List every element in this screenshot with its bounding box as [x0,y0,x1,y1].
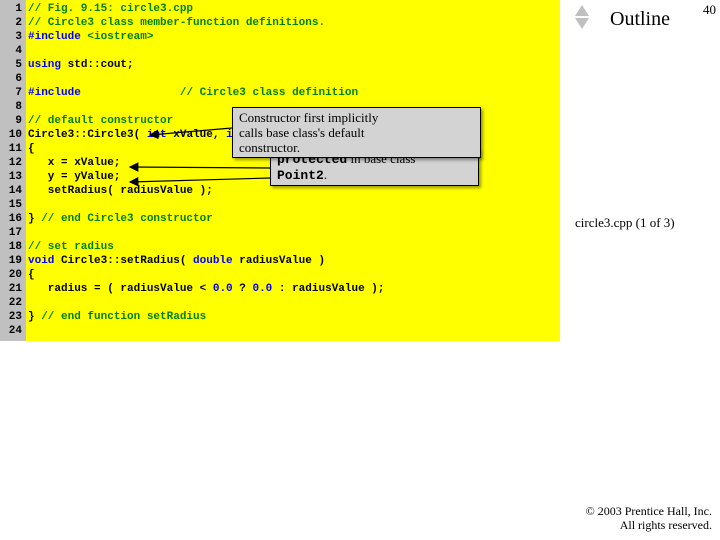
copyright: © 2003 Prentice Hall, Inc. All rights re… [586,504,712,532]
lineno: 8 [0,100,26,114]
code-text: } [28,213,41,225]
code-text: std::cout; [61,59,134,71]
lineno: 22 [0,296,26,310]
code-text: #include [28,31,87,43]
line-number-gutter: 1 2 3 4 5 6 7 8 9 10 11 12 13 14 15 16 1… [0,0,26,341]
file-part-label: circle3.cpp (1 of 3) [575,215,675,231]
code-text: using [28,59,61,71]
lineno: 17 [0,226,26,240]
lineno: 19 [0,254,26,268]
code-text: Circle3::Circle3( [28,129,147,141]
callout-constructor-note: Constructor first implicitly calls base … [232,107,481,158]
code-text: ? [233,283,253,295]
lineno: 5 [0,58,26,72]
code-text: int [147,129,167,141]
code-text: { [28,143,35,155]
copyright-line: All rights reserved. [586,518,712,532]
code-text: // Fig. 9.15: circle3.cpp [28,3,193,15]
code-text: // end Circle3 constructor [41,213,213,225]
lineno: 24 [0,324,26,338]
page-number: 40 [703,2,716,18]
code-text: // default constructor [28,115,173,127]
code-text: double [193,255,233,267]
lineno: 15 [0,198,26,212]
lineno: 23 [0,310,26,324]
lineno: 12 [0,156,26,170]
code-text: radius = ( radiusValue < [28,283,213,295]
code-text: #include [28,87,87,99]
lineno: 7 [0,86,26,100]
code-text: // Circle3 class member-function definit… [28,17,325,29]
lineno: 20 [0,268,26,282]
callout-code: Point2 [277,168,324,183]
callout-text: constructor. [239,140,300,155]
callout-text: calls base class's default [239,125,364,140]
code-text: 0.0 [213,283,233,295]
nav-down-icon[interactable] [575,18,589,29]
nav-arrows [575,5,589,31]
lineno: 9 [0,114,26,128]
code-text: radiusValue ) [233,255,325,267]
lineno: 18 [0,240,26,254]
lineno: 16 [0,212,26,226]
code-text: // Circle3 class definition [160,87,358,99]
callout-text: Constructor first implicitly [239,110,378,125]
code-text: setRadius( radiusValue ); [28,185,213,197]
code-text: // set radius [28,241,114,253]
lineno: 6 [0,72,26,86]
code-text: void [28,255,54,267]
lineno: 13 [0,170,26,184]
code-text: { [28,269,35,281]
code-text: 0.0 [252,283,272,295]
code-text: : radiusValue ); [272,283,384,295]
outline-heading: Outline [610,8,670,31]
code-text: } [28,311,41,323]
lineno: 3 [0,30,26,44]
lineno: 2 [0,16,26,30]
code-text: Circle3::setRadius( [54,255,193,267]
lineno: 11 [0,142,26,156]
code-text: // end function setRadius [41,311,206,323]
code-text: y = yValue; [28,171,120,183]
code-text: x = xValue; [28,157,120,169]
lineno: 14 [0,184,26,198]
lineno: 10 [0,128,26,142]
copyright-line: © 2003 Prentice Hall, Inc. [586,504,712,518]
code-text: <iostream> [87,31,153,43]
lineno: 1 [0,2,26,16]
lineno: 4 [0,44,26,58]
callout-text: . [324,167,327,182]
slide: 1 2 3 4 5 6 7 8 9 10 11 12 13 14 15 16 1… [0,0,720,540]
nav-up-icon[interactable] [575,5,589,16]
lineno: 21 [0,282,26,296]
code-text: xValue, [167,129,226,141]
